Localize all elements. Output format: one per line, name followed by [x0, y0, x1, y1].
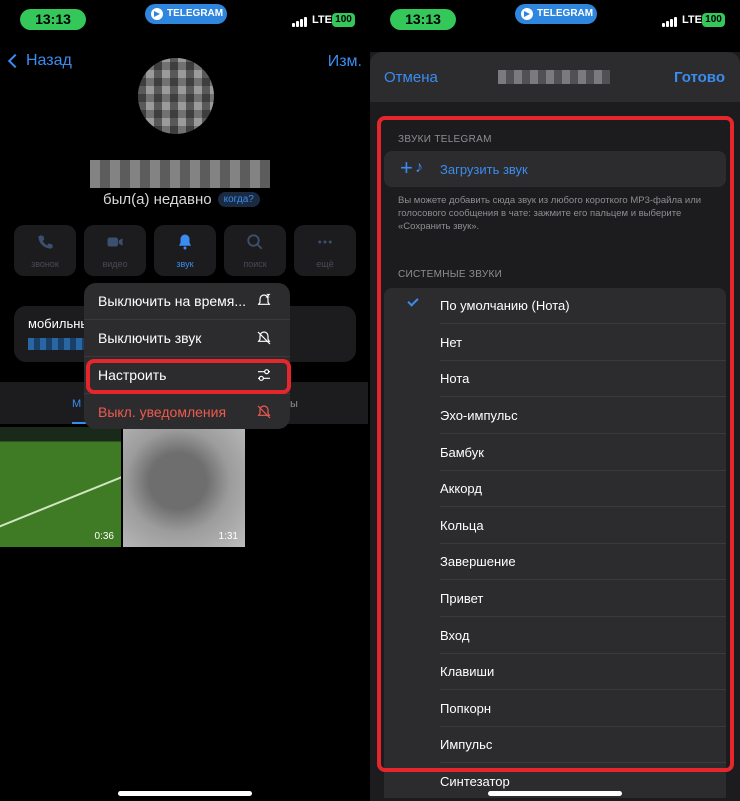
- call-label: звонок: [31, 259, 59, 269]
- tab-other[interactable]: ы: [290, 398, 298, 410]
- done-button[interactable]: Готово: [674, 69, 725, 86]
- video-icon: [107, 237, 123, 247]
- avatar[interactable]: [138, 58, 214, 134]
- search-button[interactable]: поиск: [224, 225, 286, 276]
- menu-item-label: Выкл. уведомления: [98, 404, 227, 420]
- telegram-icon: [151, 8, 163, 20]
- sheet-backdrop: [370, 36, 740, 52]
- last-seen: был(а) недавно когда?: [103, 191, 260, 208]
- media-thumbnail[interactable]: 1:31: [123, 427, 245, 547]
- telegram-icon: [521, 8, 533, 20]
- network-label: LTE: [312, 14, 332, 26]
- back-label: Назад: [26, 52, 72, 69]
- signal-icon: [292, 16, 310, 27]
- search-label: поиск: [243, 259, 267, 269]
- media-duration: 1:31: [218, 531, 238, 542]
- media-duration: 0:36: [94, 531, 114, 542]
- battery-icon: 100: [332, 13, 355, 27]
- highlight-box: [86, 359, 291, 394]
- network-label: LTE: [682, 14, 702, 26]
- more-label: ещё: [316, 259, 334, 269]
- last-seen-text: был(а) недавно: [103, 191, 212, 208]
- phone-number-redacted: [28, 338, 88, 350]
- profile-screen: 13:13 TELEGRAM LTE 100 Назад Изм. был(а)…: [0, 0, 370, 801]
- more-icon: [318, 240, 332, 244]
- sheet-header: Отмена Готово: [370, 52, 740, 102]
- bell-icon: [179, 234, 191, 250]
- video-label: видео: [102, 259, 128, 269]
- profile-actions: звонок видео звук поиск ещё: [14, 225, 356, 276]
- signal-icon: [662, 16, 680, 27]
- bell-off-icon: [257, 405, 271, 419]
- sound-button[interactable]: звук: [154, 225, 216, 276]
- menu-item-label: Выключить звук: [98, 330, 202, 346]
- contact-name-redacted: [90, 160, 270, 188]
- search-icon: [247, 234, 263, 250]
- sound-settings-screen: 13:13 TELEGRAM LTE 100 Отмена Готово ЗВУ…: [370, 0, 740, 801]
- status-time: 13:13: [390, 9, 456, 30]
- telegram-badge-label: TELEGRAM: [167, 8, 224, 19]
- telegram-badge[interactable]: TELEGRAM: [515, 4, 597, 24]
- when-badge[interactable]: когда?: [217, 192, 260, 207]
- menu-item-mute-for[interactable]: Выключить на время...: [84, 283, 290, 319]
- battery-icon: 100: [702, 13, 725, 27]
- sound-label: Синтезатор: [440, 774, 510, 789]
- telegram-badge-label: TELEGRAM: [537, 8, 594, 19]
- chevron-left-icon: [7, 53, 23, 69]
- sheet-title-redacted: [498, 70, 610, 84]
- back-button[interactable]: Назад: [6, 52, 72, 70]
- phone-icon: [38, 235, 53, 249]
- tab-media[interactable]: М: [72, 398, 81, 410]
- bell-slash-icon: [257, 331, 271, 345]
- home-indicator: [118, 791, 252, 796]
- telegram-badge[interactable]: TELEGRAM: [145, 4, 227, 24]
- sound-label: звук: [176, 259, 194, 269]
- menu-item-mute[interactable]: Выключить звук: [84, 319, 290, 355]
- menu-item-disable-notifications[interactable]: Выкл. уведомления: [84, 393, 290, 429]
- bell-clock-icon: [257, 293, 271, 305]
- cancel-button[interactable]: Отмена: [384, 69, 438, 86]
- status-bar: 13:13 TELEGRAM LTE 100: [370, 0, 740, 36]
- edit-button[interactable]: Изм.: [328, 53, 362, 71]
- menu-item-label: Выключить на время...: [98, 293, 247, 309]
- home-indicator: [488, 791, 622, 796]
- highlight-box: [377, 116, 734, 772]
- more-button[interactable]: ещё: [294, 225, 356, 276]
- context-menu: Выключить на время... Выключить звук Нас…: [84, 283, 290, 429]
- media-thumbnail[interactable]: 0:36: [0, 427, 121, 547]
- call-button[interactable]: звонок: [14, 225, 76, 276]
- status-bar: 13:13 TELEGRAM LTE 100: [0, 0, 370, 36]
- status-time: 13:13: [20, 9, 86, 30]
- video-button[interactable]: видео: [84, 225, 146, 276]
